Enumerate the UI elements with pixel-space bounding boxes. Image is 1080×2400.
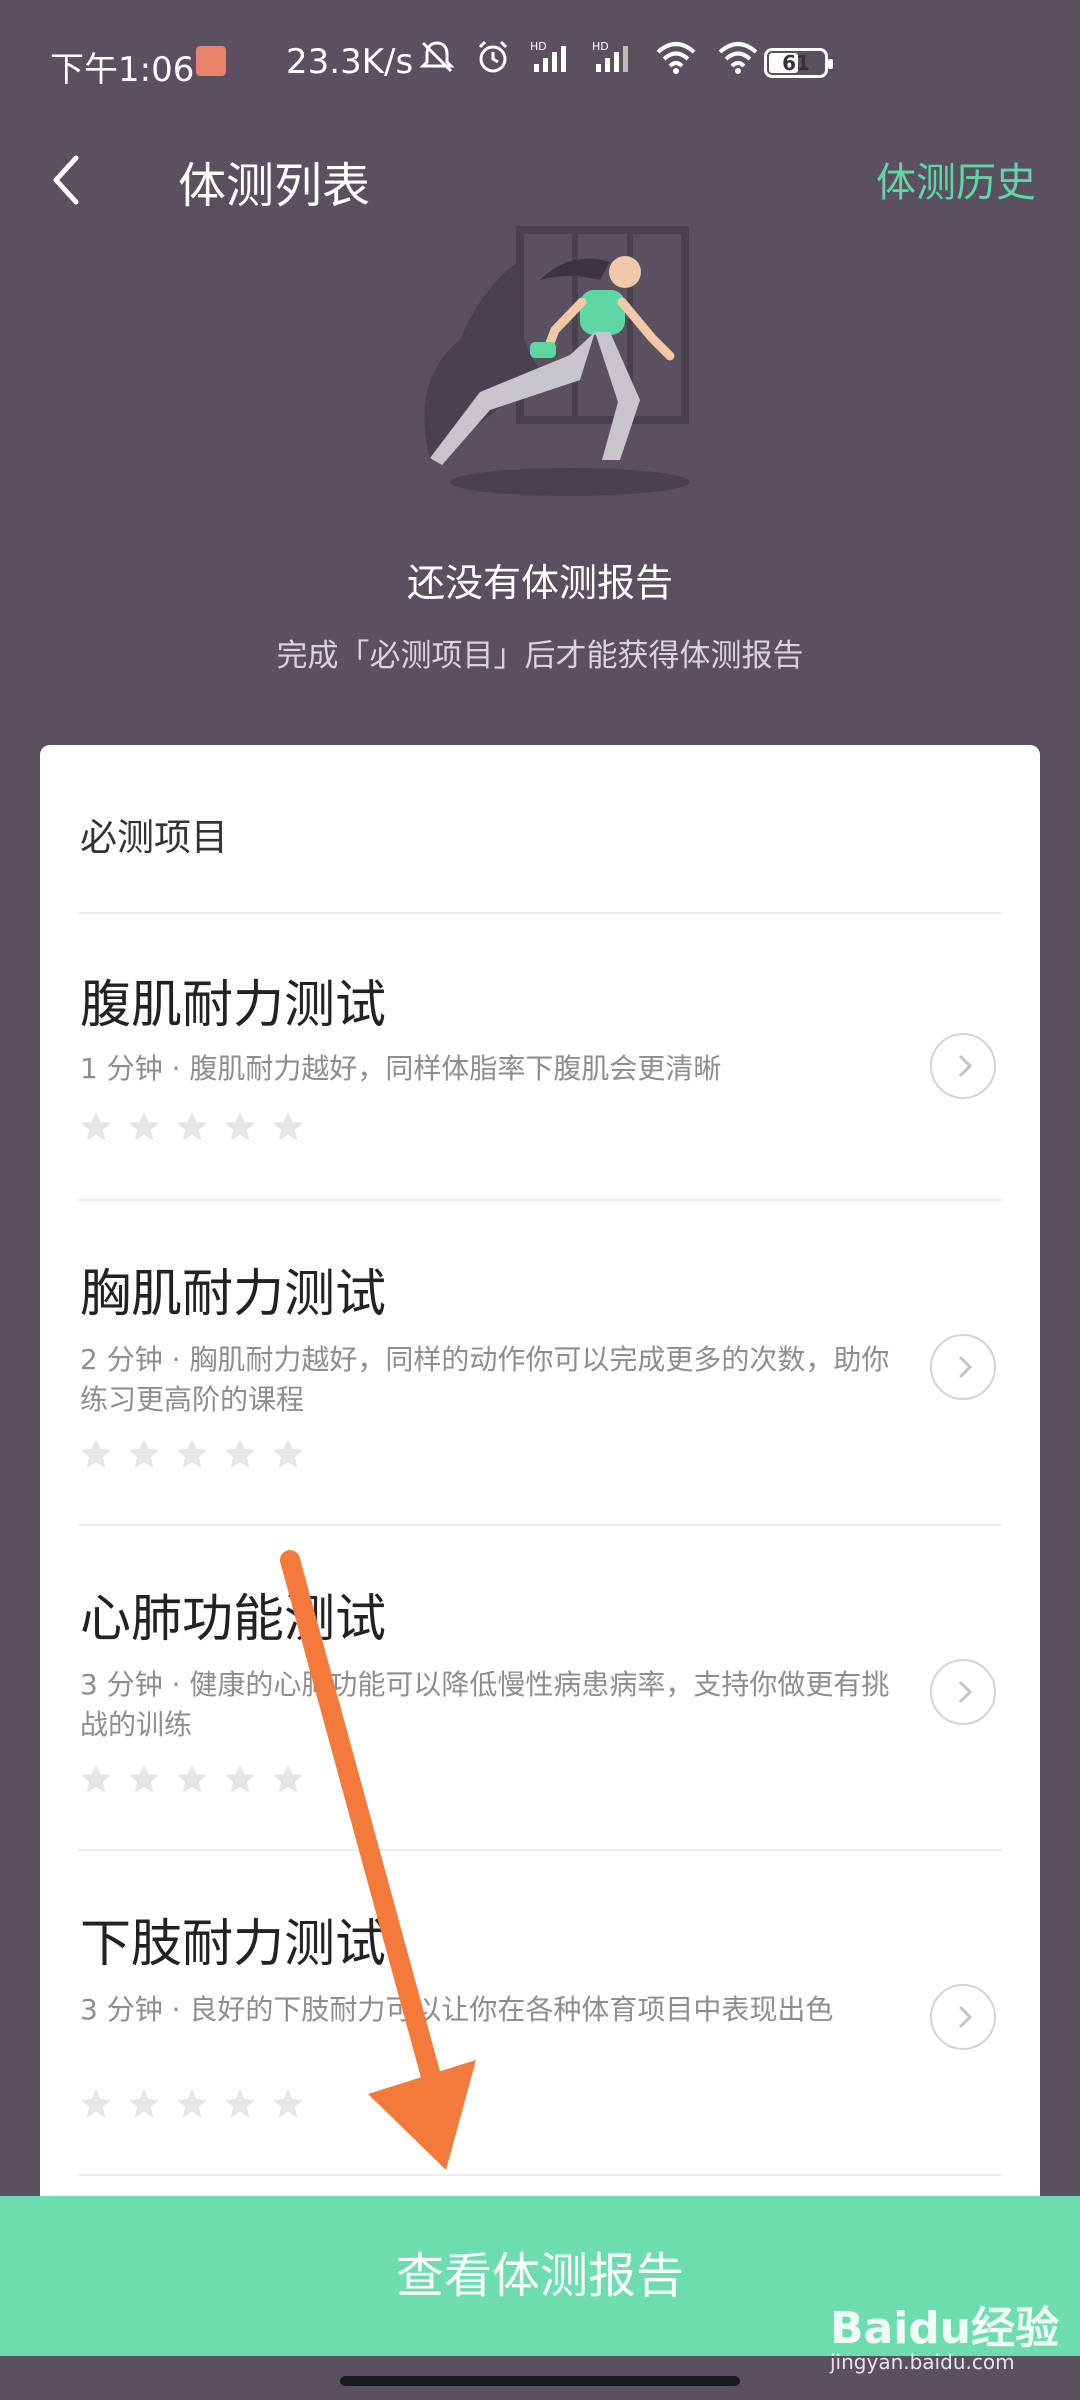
star-icon <box>129 1112 159 1141</box>
alarm-icon <box>478 40 508 73</box>
open-test-button[interactable] <box>930 1334 996 1400</box>
status-time: 下午1:06 <box>50 50 195 90</box>
rating-stars <box>78 1436 306 1472</box>
chevron-left-icon <box>53 155 79 205</box>
open-test-button[interactable] <box>930 1984 996 2050</box>
rating-stars <box>78 1761 306 1797</box>
battery-icon: 61 <box>764 48 833 78</box>
star-icon <box>273 2089 303 2118</box>
test-title: 心肺功能测试 <box>80 1590 387 1649</box>
star-icon <box>81 1112 111 1141</box>
star-icon <box>177 1764 207 1793</box>
rating-stars <box>78 1109 306 1145</box>
test-description: 3 分钟 · 良好的下肢耐力可以让你在各种体育项目中表现出色 <box>80 1993 834 2026</box>
star-icon <box>81 1439 111 1468</box>
chevron-right-icon <box>958 2005 973 2029</box>
star-icon <box>225 1439 255 1468</box>
star-icon <box>81 2089 111 2118</box>
hd-signal-icon: HD <box>530 40 566 72</box>
empty-state-title: 还没有体测报告 <box>406 561 673 605</box>
notification-app-icon <box>196 46 226 76</box>
test-description: 3 分钟 · 健康的心肺功能可以降低慢性病患病率，支持你做更有挑战的训练 <box>80 1668 890 1741</box>
mute-icon <box>419 41 455 73</box>
rating-stars <box>78 2086 306 2122</box>
lunge-woman-illustration <box>424 226 690 496</box>
divider <box>78 2174 1002 2176</box>
star-icon <box>177 1439 207 1468</box>
watermark-logo: Baidu经验 <box>830 2303 1060 2354</box>
hero-illustration <box>0 220 1080 520</box>
status-bar: 下午1:06 23.3K/s HD HD 61 <box>0 0 1080 130</box>
chevron-right-icon <box>958 1355 973 1379</box>
home-indicator[interactable] <box>340 2376 740 2386</box>
star-icon <box>177 1112 207 1141</box>
star-icon <box>225 2089 255 2118</box>
hd-signal-icon: HD <box>592 40 628 72</box>
section-title: 必测项目 <box>80 816 228 859</box>
test-item-chest[interactable]: 胸肌耐力测试 2 分钟 · 胸肌耐力越好，同样的动作你可以完成更多的次数，助你练… <box>40 1200 1040 1524</box>
open-test-button[interactable] <box>930 1659 996 1725</box>
star-icon <box>225 1112 255 1141</box>
test-title: 胸肌耐力测试 <box>80 1265 387 1324</box>
test-title: 下肢耐力测试 <box>80 1915 387 1974</box>
wifi-icon <box>718 42 758 74</box>
chevron-right-icon <box>958 1054 973 1078</box>
empty-state-description: 完成「必测项目」后才能获得体测报告 <box>276 638 804 674</box>
star-icon <box>273 1439 303 1468</box>
star-icon <box>273 1764 303 1793</box>
history-link[interactable]: 体测历史 <box>876 150 1036 208</box>
page-title: 体测列表 <box>178 158 371 214</box>
network-speed: 23.3K/s <box>286 42 414 82</box>
test-description: 1 分钟 · 腹肌耐力越好，同样体脂率下腹肌会更清晰 <box>80 1052 722 1085</box>
star-icon <box>177 2089 207 2118</box>
required-tests-card: 必测项目 腹肌耐力测试 1 分钟 · 腹肌耐力越好，同样体脂率下腹肌会更清晰 胸… <box>40 745 1040 2205</box>
test-item-lower-limb[interactable]: 下肢耐力测试 3 分钟 · 良好的下肢耐力可以让你在各种体育项目中表现出色 <box>40 1850 1040 2174</box>
wifi-icon <box>656 42 696 74</box>
star-icon <box>273 1112 303 1141</box>
chevron-right-icon <box>958 1680 973 1704</box>
star-icon <box>129 1439 159 1468</box>
battery-level: 61 <box>782 51 810 75</box>
test-description: 2 分钟 · 胸肌耐力越好，同样的动作你可以完成更多的次数，助你练习更高阶的课程 <box>80 1343 890 1416</box>
svg-text:HD: HD <box>592 40 609 53</box>
svg-text:HD: HD <box>530 40 547 53</box>
test-item-cardio[interactable]: 心肺功能测试 3 分钟 · 健康的心肺功能可以降低慢性病患病率，支持你做更有挑战… <box>40 1525 1040 1849</box>
test-title: 腹肌耐力测试 <box>80 976 387 1035</box>
star-icon <box>81 1764 111 1793</box>
status-icons: HD HD <box>418 38 760 76</box>
star-icon <box>129 1764 159 1793</box>
watermark-url: jingyan.baidu.com <box>830 2350 1015 2374</box>
star-icon <box>225 1764 255 1793</box>
open-test-button[interactable] <box>930 1033 996 1099</box>
star-icon <box>129 2089 159 2118</box>
top-bar: 体测列表 体测历史 <box>0 130 1080 230</box>
back-button[interactable] <box>36 140 100 220</box>
test-item-abdominal[interactable]: 腹肌耐力测试 1 分钟 · 腹肌耐力越好，同样体脂率下腹肌会更清晰 <box>40 913 1040 1199</box>
